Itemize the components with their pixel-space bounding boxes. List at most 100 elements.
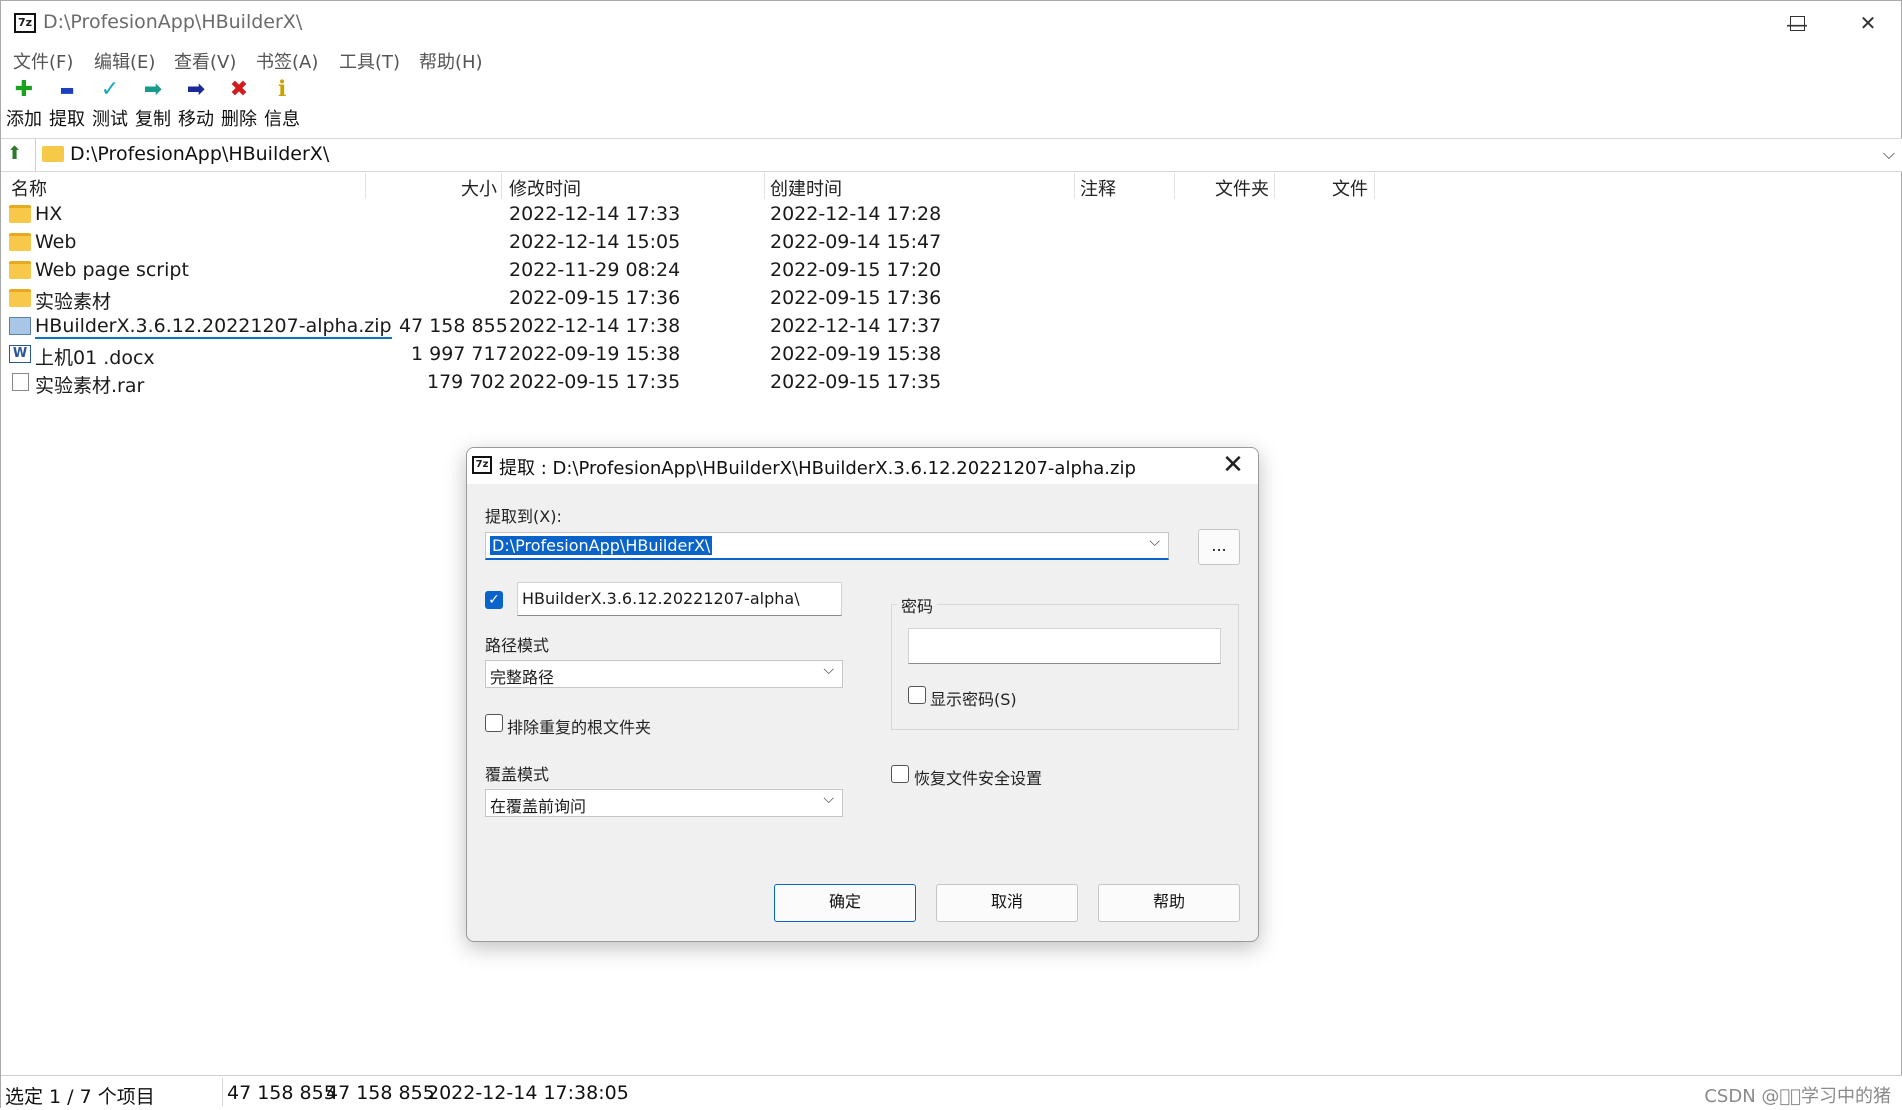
password-label: 密码 <box>897 593 938 617</box>
column-divider[interactable] <box>1174 173 1175 199</box>
column-header-row: 名称 大小 修改时间 创建时间 注释 文件夹 文件 <box>1 173 1381 201</box>
show-password-label[interactable]: 显示密码(S) <box>930 686 1017 710</box>
path-mode-select[interactable]: 完整路径 ⌵ <box>485 660 843 688</box>
subfolder-checkbox[interactable]: ✓ <box>485 591 503 609</box>
chevron-down-icon[interactable]: ⌵ <box>823 791 834 807</box>
column-size[interactable]: 大小 <box>461 175 497 201</box>
cancel-button[interactable]: 取消 <box>936 884 1078 922</box>
browse-button[interactable]: ... <box>1198 529 1240 565</box>
maximize-icon <box>1789 15 1805 31</box>
folder-icon <box>9 205 31 223</box>
extract-to-label: 提取到(X): <box>485 507 562 526</box>
file-size: 1 997 717 <box>411 343 508 365</box>
show-password-checkbox[interactable] <box>908 686 926 704</box>
close-button[interactable]: ✕ <box>1833 1 1902 45</box>
extract-to-combo[interactable]: D:\ProfesionApp\HBuilderX\ ⌵ <box>485 532 1169 560</box>
file-created: 2022-12-14 17:28 <box>770 203 942 225</box>
copy-icon: ➡ <box>143 77 163 102</box>
eliminate-duplicate-checkbox[interactable] <box>485 714 503 732</box>
status-datetime: 2022-12-14 17:38:05 <box>427 1082 629 1104</box>
menu-edit[interactable]: 编辑(E) <box>94 48 155 74</box>
menu-view[interactable]: 查看(V) <box>174 48 236 74</box>
info-icon: ℹ <box>277 77 287 102</box>
column-divider[interactable] <box>764 173 765 199</box>
add-label: 添加 <box>6 109 42 130</box>
info-label: 信息 <box>264 109 300 130</box>
test-button[interactable]: ✓ 测试 <box>88 77 132 131</box>
chevron-down-icon[interactable]: ⌵ <box>1883 144 1895 164</box>
file-row[interactable]: Web 2022-12-14 15:05 2022-09-14 15:47 <box>1 229 1101 257</box>
info-button[interactable]: ℹ 信息 <box>260 77 304 131</box>
add-button[interactable]: ✚ 添加 <box>2 77 46 131</box>
menu-file[interactable]: 文件(F) <box>13 48 73 74</box>
file-row[interactable]: 实验素材 2022-09-15 17:36 2022-09-15 17:36 <box>1 285 1101 313</box>
status-divider <box>222 1078 223 1106</box>
up-folder-icon[interactable]: ⬆ <box>7 143 29 165</box>
file-size: 179 702 <box>427 371 506 393</box>
address-bar: ⬆ D:\ProfesionApp\HBuilderX\ ⌵ <box>1 138 1902 172</box>
status-bar: 选定 1 / 7 个项目 47 158 855 47 158 855 2022-… <box>1 1075 1902 1110</box>
file-row[interactable]: 实验素材.rar 179 702 2022-09-15 17:35 2022-0… <box>1 369 1101 397</box>
ok-button[interactable]: 确定 <box>774 884 916 922</box>
column-divider[interactable] <box>1374 173 1375 199</box>
column-modified[interactable]: 修改时间 <box>509 175 581 201</box>
test-label: 测试 <box>92 109 128 130</box>
file-created: 2022-12-14 17:37 <box>770 315 942 337</box>
folder-icon <box>9 289 31 307</box>
7zip-app-icon: 7z <box>472 456 492 474</box>
file-name: 实验素材.rar <box>35 375 145 397</box>
overwrite-mode-value: 在覆盖前询问 <box>490 797 587 816</box>
extract-button[interactable]: ▬ 提取 <box>45 77 89 131</box>
eliminate-duplicate-label[interactable]: 排除重复的根文件夹 <box>507 714 651 738</box>
file-name: Web <box>35 231 77 253</box>
menu-tools[interactable]: 工具(T) <box>339 48 400 74</box>
password-field[interactable] <box>908 628 1221 664</box>
word-document-icon: W <box>9 345 31 363</box>
extract-label: 提取 <box>49 109 85 130</box>
zip-archive-icon <box>9 317 31 335</box>
move-button[interactable]: ➡ 移动 <box>174 77 218 131</box>
column-divider[interactable] <box>1074 173 1075 199</box>
add-icon: ✚ <box>14 77 34 102</box>
overwrite-mode-label: 覆盖模式 <box>485 765 550 784</box>
column-created[interactable]: 创建时间 <box>770 175 842 201</box>
file-row-selected[interactable]: HBuilderX.3.6.12.20221207-alpha.zip 47 1… <box>1 313 1101 341</box>
menu-bar: 文件(F) 编辑(E) 查看(V) 书签(A) 工具(T) 帮助(H) <box>1 46 1901 74</box>
file-row[interactable]: W 上机01 .docx 1 997 717 2022-09-19 15:38 … <box>1 341 1101 369</box>
file-modified: 2022-09-19 15:38 <box>509 343 681 365</box>
file-row[interactable]: HX 2022-12-14 17:33 2022-12-14 17:28 <box>1 201 1101 229</box>
column-files[interactable]: 文件 <box>1332 175 1368 201</box>
dialog-close-button[interactable]: ✕ <box>1218 450 1248 480</box>
help-button[interactable]: 帮助 <box>1098 884 1240 922</box>
restore-security-label[interactable]: 恢复文件安全设置 <box>914 765 1042 789</box>
chevron-down-icon[interactable]: ⌵ <box>823 662 834 678</box>
maximize-button[interactable] <box>1762 1 1832 45</box>
extract-dialog: 7z 提取 : D:\ProfesionApp\HBuilderX\HBuild… <box>466 447 1259 942</box>
restore-security-checkbox[interactable] <box>891 765 909 783</box>
delete-button[interactable]: ✖ 删除 <box>217 77 261 131</box>
dialog-title-bar: 7z 提取 : D:\ProfesionApp\HBuilderX\HBuild… <box>467 448 1258 484</box>
move-label: 移动 <box>178 109 214 130</box>
column-divider[interactable] <box>501 173 502 199</box>
copy-button[interactable]: ➡ 复制 <box>131 77 175 131</box>
subfolder-value: HBuilderX.3.6.12.20221207-alpha\ <box>522 589 800 608</box>
folder-icon <box>9 261 31 279</box>
path-mode-value: 完整路径 <box>490 668 555 687</box>
file-modified: 2022-12-14 17:33 <box>509 203 681 225</box>
file-name: Web page script <box>35 259 189 281</box>
column-comment[interactable]: 注释 <box>1080 175 1116 201</box>
column-name[interactable]: 名称 <box>11 175 47 201</box>
file-row[interactable]: Web page script 2022-11-29 08:24 2022-09… <box>1 257 1101 285</box>
subfolder-field[interactable]: HBuilderX.3.6.12.20221207-alpha\ <box>517 582 842 616</box>
column-folders[interactable]: 文件夹 <box>1215 175 1269 201</box>
overwrite-mode-select[interactable]: 在覆盖前询问 ⌵ <box>485 789 843 817</box>
address-field[interactable]: D:\ProfesionApp\HBuilderX\ ⌵ <box>35 139 1902 171</box>
status-selection: 选定 1 / 7 个项目 <box>5 1086 155 1108</box>
chevron-down-icon[interactable]: ⌵ <box>1149 534 1160 550</box>
file-icon <box>12 373 29 391</box>
menu-help[interactable]: 帮助(H) <box>419 48 483 74</box>
test-icon: ✓ <box>100 77 120 102</box>
menu-bookmarks[interactable]: 书签(A) <box>256 48 318 74</box>
column-divider[interactable] <box>365 173 366 199</box>
column-divider[interactable] <box>1274 173 1275 199</box>
